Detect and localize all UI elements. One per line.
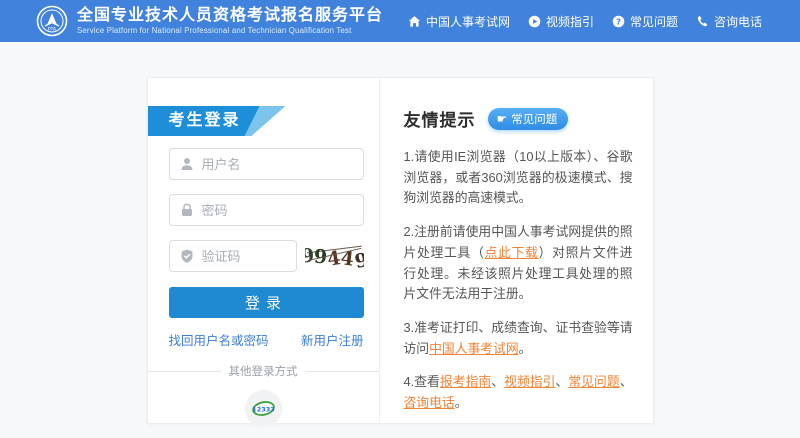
user-icon: [181, 158, 192, 170]
top-header: PTA 全国专业技术人员资格考试报名服务平台 Service Platform …: [0, 0, 800, 42]
tip-inline-link[interactable]: 常见问题: [568, 374, 619, 389]
nav-item-hotline[interactable]: 咨询电话: [696, 13, 762, 30]
gov-login-block: 12333 人社政务平台: [148, 390, 379, 438]
lock-icon: [181, 203, 192, 216]
login-button[interactable]: 登录: [168, 287, 364, 318]
page-subtitle: Service Platform for National Profession…: [77, 24, 352, 35]
other-login-divider: 其他登录方式: [148, 363, 379, 379]
password-field-wrap: [168, 194, 364, 226]
tip-inline-link[interactable]: 咨询电话: [404, 395, 455, 410]
login-title: 考生登录: [148, 106, 260, 136]
login-form: 99449 登录 找回用户名或密码 新用户注册: [148, 136, 379, 349]
tip-item-4: 4.查看报考指南、视频指引、常见问题、咨询电话。: [403, 374, 633, 411]
svg-text:?: ?: [616, 16, 621, 26]
page-title: 全国专业技术人员资格考试报名服务平台: [77, 6, 384, 24]
login-links-row: 找回用户名或密码 新用户注册: [169, 330, 364, 349]
login-title-banner: 考生登录: [148, 106, 379, 136]
faq-pill-label: 常见问题: [511, 113, 558, 126]
captcha-image[interactable]: 99449: [305, 240, 364, 272]
header-nav: 中国人事考试网 视频指引 ? 常见问题 咨询电话: [408, 13, 762, 30]
tip-inline-link[interactable]: 报考指南: [440, 374, 491, 389]
faq-pill-button[interactable]: ☛ 常见问题: [487, 107, 569, 130]
question-circle-icon: ?: [612, 15, 625, 27]
platform-logo-icon: PTA: [36, 5, 68, 37]
tip-item-2: 2.注册前请使用中国人事考试网提供的照片处理工具（点此下载）对照片文件进行处理。…: [403, 224, 633, 302]
nav-item-label: 咨询电话: [713, 14, 762, 29]
phone-icon: [697, 15, 708, 26]
main-content: 考生登录 99449 登录: [0, 77, 800, 427]
play-circle-icon: [528, 15, 541, 27]
captcha-field-wrap: [168, 240, 297, 272]
tips-title: 友情提示: [403, 111, 476, 130]
nav-item-video-guide[interactable]: 视频指引: [528, 13, 594, 30]
captcha-char: 9: [352, 248, 364, 272]
password-input[interactable]: [169, 195, 363, 225]
nav-item-faq[interactable]: ? 常见问题: [612, 13, 678, 30]
shield-icon: [181, 249, 192, 263]
gov-platform-logo-icon[interactable]: 12333: [244, 390, 282, 427]
tip-item-3: 3.准考证打印、成绩查询、证书查验等请访问中国人事考试网。: [403, 320, 633, 356]
nav-item-label: 中国人事考试网: [425, 14, 510, 29]
other-login-label: 其他登录方式: [228, 366, 298, 378]
nav-item-label: 常见问题: [629, 14, 678, 29]
nav-item-label: 视频指引: [545, 14, 594, 29]
tip-item-1: 1.请使用IE浏览器（10以上版本）、谷歌浏览器，或者360浏览器的极速模式、搜…: [403, 149, 633, 206]
svg-text:PTA: PTA: [48, 27, 57, 33]
register-link[interactable]: 新用户注册: [301, 330, 364, 349]
captcha-row: 99449: [168, 240, 364, 286]
nav-item-cpta-site[interactable]: 中国人事考试网: [408, 13, 510, 30]
tips-header: 友情提示 ☛ 常见问题: [404, 106, 633, 131]
tip-inline-link[interactable]: 中国人事考试网: [429, 341, 519, 356]
brand: PTA 全国专业技术人员资格考试报名服务平台 Service Platform …: [36, 5, 383, 37]
login-card: 考生登录 99449 登录: [146, 77, 654, 427]
brand-text: 全国专业技术人员资格考试报名服务平台 Service Platform for …: [77, 7, 383, 36]
login-panel: 考生登录 99449 登录: [148, 78, 380, 427]
tip-inline-link[interactable]: 视频指引: [504, 374, 555, 389]
pointing-hand-icon: ☛: [496, 111, 508, 126]
forgot-credentials-link[interactable]: 找回用户名或密码: [169, 330, 269, 349]
svg-text:12333: 12333: [252, 405, 275, 413]
username-field-wrap: [168, 148, 364, 180]
tip-inline-link[interactable]: 点此下载: [485, 245, 539, 260]
username-input[interactable]: [169, 149, 363, 179]
home-icon: [408, 15, 421, 27]
tips-panel: 友情提示 ☛ 常见问题 1.请使用IE浏览器（10以上版本）、谷歌浏览器，或者3…: [380, 78, 653, 423]
